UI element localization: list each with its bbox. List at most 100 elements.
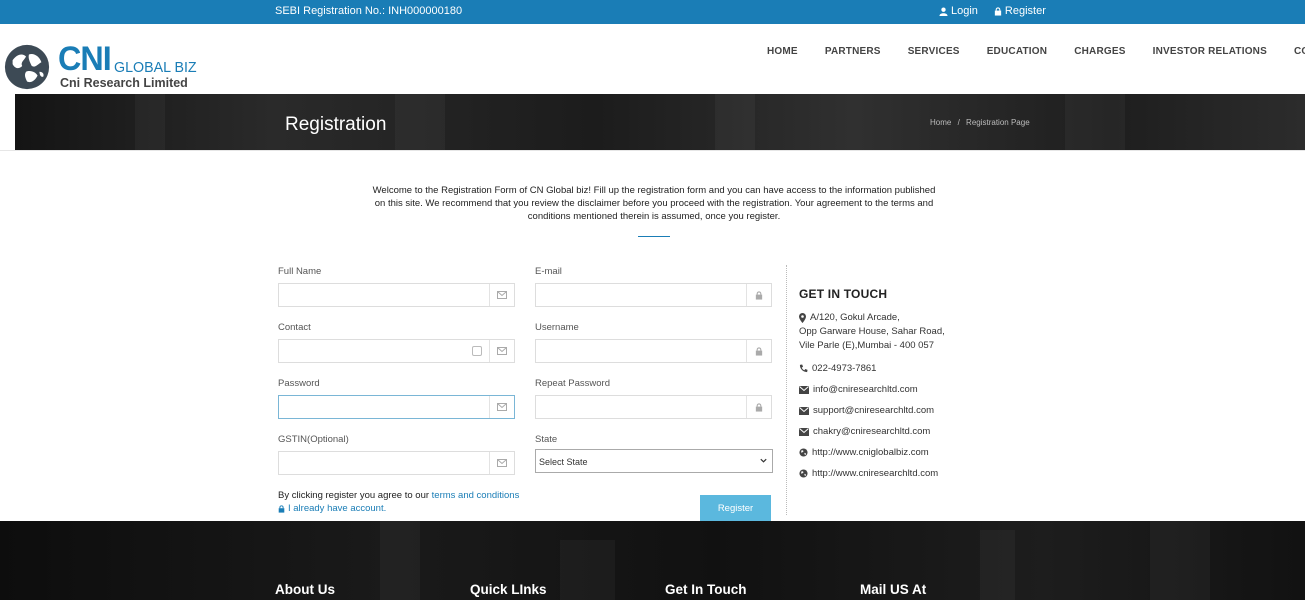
- page-banner: Registration Home / Registration Page: [15, 94, 1305, 150]
- login-label: Login: [951, 5, 978, 17]
- login-link[interactable]: Login: [939, 5, 978, 17]
- get-in-touch-heading: GET IN TOUCH: [799, 287, 888, 301]
- email-link[interactable]: info@cniresearchltd.com: [813, 384, 918, 395]
- address-row: A/120, Gokul Arcade,: [799, 311, 945, 325]
- intro-text: Welcome to the Registration Form of CN G…: [336, 184, 972, 223]
- terms-link[interactable]: terms and conditions: [432, 490, 520, 501]
- nav-partners[interactable]: PARTNERS: [825, 46, 881, 57]
- state-selected: Select State: [539, 457, 588, 467]
- site-footer: About Us Quick LInks Get In Touch Mail U…: [0, 521, 1305, 600]
- banner-texture: [395, 94, 445, 150]
- website-row: http://www.cniresearchltd.com: [799, 468, 945, 479]
- register-button[interactable]: Register: [700, 495, 771, 521]
- address-line: Vile Parle (E),Mumbai - 400 057: [799, 340, 934, 351]
- envelope-icon: [799, 407, 809, 415]
- divider: [0, 150, 1305, 151]
- lock-icon: [278, 504, 285, 513]
- username-field[interactable]: [535, 339, 772, 363]
- footer-quick-links-heading: Quick LInks: [470, 582, 547, 597]
- breadcrumb-current: Registration Page: [966, 118, 1030, 127]
- website-row: http://www.cniglobalbiz.com: [799, 447, 945, 458]
- address-continued: Opp Garware House, Sahar Road, Vile Parl…: [799, 325, 945, 353]
- password-label: Password: [278, 378, 320, 389]
- globe-icon: [4, 44, 50, 90]
- footer-get-in-touch-heading: Get In Touch: [665, 582, 747, 597]
- intro-divider: [638, 236, 670, 237]
- register-link[interactable]: Register: [994, 5, 1046, 17]
- number-spinner[interactable]: [472, 346, 482, 356]
- phone-row: 022-4973-7861: [799, 363, 945, 374]
- sebi-registration: SEBI Registration No.: INH000000180: [275, 5, 463, 17]
- address-line: A/120, Gokul Arcade,: [810, 312, 900, 323]
- main-nav: HOME PARTNERS SERVICES EDUCATION CHARGES…: [767, 46, 1305, 57]
- website-link[interactable]: http://www.cniresearchltd.com: [812, 468, 938, 479]
- contact-label: Contact: [278, 322, 311, 333]
- already-have-account-link[interactable]: I already have account.: [278, 503, 386, 514]
- breadcrumb-home[interactable]: Home: [930, 118, 951, 127]
- agree-text: By clicking register you agree to our: [278, 490, 432, 501]
- chevron-down-icon: [760, 458, 767, 463]
- email-field[interactable]: [535, 283, 772, 307]
- state-select[interactable]: Select State: [535, 449, 773, 473]
- footer-mail-heading: Mail US At: [860, 582, 927, 597]
- lock-icon: [994, 6, 1002, 16]
- email-link[interactable]: support@cniresearchltd.com: [813, 405, 934, 416]
- full-name-field[interactable]: [278, 283, 515, 307]
- site-logo[interactable]: CNI GLOBAL BIZ Cni Research Limited: [2, 40, 202, 92]
- envelope-icon: [799, 386, 809, 394]
- get-in-touch-panel: GET IN TOUCH A/120, Gokul Arcade, Opp Ga…: [799, 287, 945, 479]
- nav-investor-relations[interactable]: INVESTOR RELATIONS: [1153, 46, 1267, 57]
- envelope-icon: [489, 284, 514, 306]
- site-header: CNI GLOBAL BIZ Cni Research Limited HOME…: [0, 24, 1305, 94]
- footer-texture: [1150, 521, 1210, 600]
- nav-services[interactable]: SERVICES: [908, 46, 960, 57]
- envelope-icon: [489, 396, 514, 418]
- intro-line: on this site. We recommend that you revi…: [374, 198, 934, 209]
- footer-texture: [560, 540, 615, 600]
- footer-about-heading: About Us: [275, 582, 335, 597]
- footer-texture: [380, 521, 420, 600]
- repeat-password-label: Repeat Password: [535, 378, 610, 389]
- globe-icon: [799, 448, 808, 457]
- register-label: Register: [1004, 5, 1046, 17]
- gstin-field[interactable]: [278, 451, 515, 475]
- username-label: Username: [535, 322, 579, 333]
- contact-field[interactable]: [278, 339, 515, 363]
- nav-contact-us[interactable]: CONTACT US: [1294, 46, 1305, 57]
- brand-global-biz: GLOBAL BIZ: [114, 59, 197, 76]
- banner-texture: [1065, 94, 1125, 150]
- brand-cni: CNI: [58, 40, 112, 78]
- map-marker-icon: [799, 313, 806, 323]
- intro-line: conditions mentioned therein is assumed,…: [527, 211, 781, 222]
- banner-texture: [135, 94, 165, 150]
- column-divider: [786, 265, 787, 515]
- website-link[interactable]: http://www.cniglobalbiz.com: [812, 447, 929, 458]
- nav-home[interactable]: HOME: [767, 46, 798, 57]
- email-row: info@cniresearchltd.com: [799, 384, 945, 395]
- password-field[interactable]: [278, 395, 515, 419]
- footer-texture: [980, 530, 1015, 600]
- phone-number: 022-4973-7861: [812, 363, 877, 374]
- terms-agreement: By clicking register you agree to our te…: [278, 490, 519, 501]
- account-links: Login Register: [939, 5, 1046, 17]
- envelope-icon: [489, 452, 514, 474]
- address: A/120, Gokul Arcade,: [810, 311, 900, 325]
- nav-charges[interactable]: CHARGES: [1074, 46, 1125, 57]
- lock-icon: [746, 396, 771, 418]
- phone-icon: [799, 364, 808, 373]
- envelope-icon: [799, 428, 809, 436]
- nav-education[interactable]: EDUCATION: [987, 46, 1048, 57]
- full-name-label: Full Name: [278, 266, 322, 277]
- already-have-account-label: I already have account.: [288, 503, 387, 514]
- state-label: State: [535, 434, 558, 445]
- lock-icon: [746, 284, 771, 306]
- intro-line: Welcome to the Registration Form of CN G…: [372, 185, 936, 196]
- breadcrumb-separator: /: [957, 118, 960, 127]
- email-row: chakry@cniresearchltd.com: [799, 426, 945, 437]
- banner-texture: [715, 94, 755, 150]
- user-icon: [939, 7, 948, 16]
- repeat-password-field[interactable]: [535, 395, 772, 419]
- email-row: support@cniresearchltd.com: [799, 405, 945, 416]
- page-title: Registration: [285, 114, 387, 135]
- email-link[interactable]: chakry@cniresearchltd.com: [813, 426, 930, 437]
